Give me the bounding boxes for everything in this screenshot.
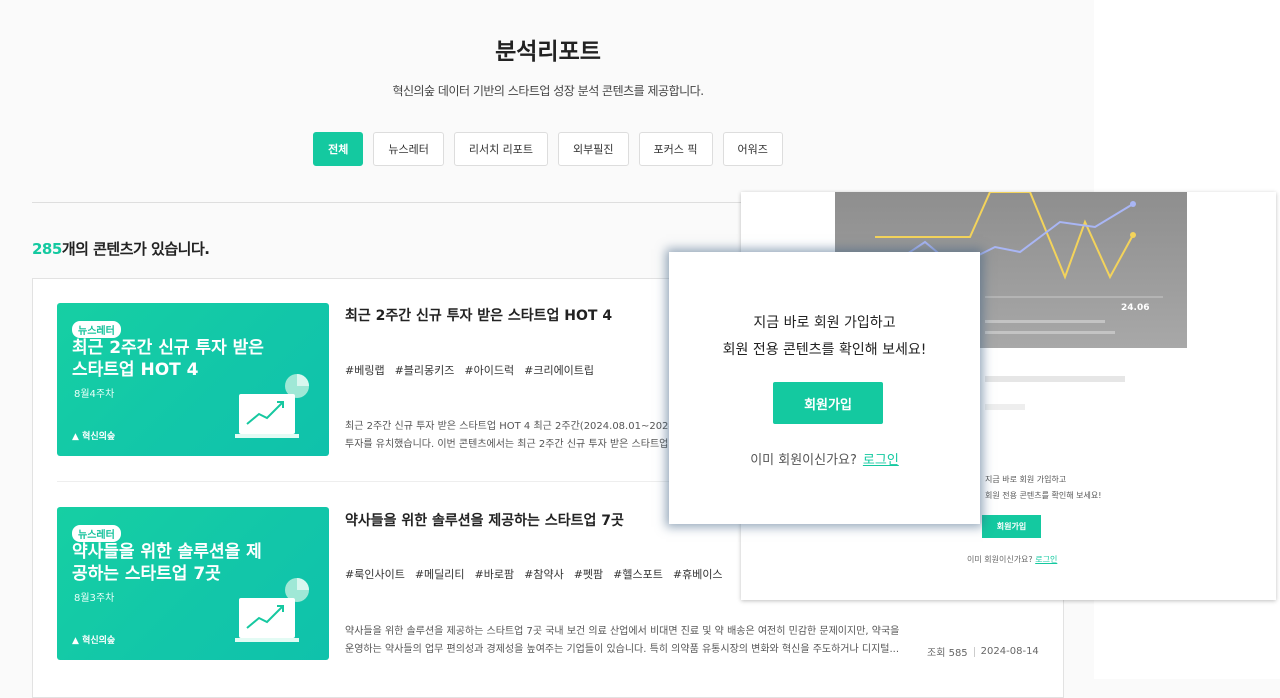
tag[interactable]: #크리에이트립 [524,362,594,378]
card-logo-text: 혁신의숲 [82,636,116,646]
chart-note [985,320,1105,323]
desc-line: 운영하는 약사들의 업무 편의성과 경제성을 높여주는 기업들이 있습니다. 특… [345,644,900,655]
tab-research-report[interactable]: 리서치 리포트 [453,132,549,166]
faded-text [985,376,1125,382]
card-logo-text: 혁신의숲 [82,432,116,442]
tag[interactable]: #바로팜 [475,566,515,582]
logo-icon: ▲ [72,636,79,646]
card-logo: ▲ 혁신의숲 [72,633,115,646]
item-tags: #룩인사이트 #메딜리티 #바로팜 #참약사 #펫팜 #헬스포트 #휴베이스 [345,566,723,582]
login-question: 이미 회원이신가요? [750,453,857,468]
thumbnail-card[interactable]: 뉴스레터 최근 2주간 신규 투자 받은 스타트업 HOT 4 8월4주차 ▲ … [57,303,329,456]
bg-login-prompt: 이미 회원이신가요? 로그인 [967,554,1057,565]
logo-icon: ▲ [72,432,79,442]
tab-external-writers[interactable]: 외부필진 [558,132,629,166]
bg-cta-line2: 회원 전용 콘텐츠를 확인해 보세요! [985,491,1102,500]
item-description: 약사들을 위한 솔루션을 제공하는 스타트업 7곳 국내 보건 의료 산업에서 … [345,623,905,659]
card-week: 8월3주차 [74,593,115,604]
item-meta: 조회 585 2024-08-14 [927,644,1039,659]
login-link[interactable]: 로그인 [863,453,899,468]
login-prompt: 이미 회원이신가요? 로그인 [669,449,980,468]
item-title[interactable]: 약사들을 위한 솔루션을 제공하는 스타트업 7곳 [345,510,624,530]
card-badge: 뉴스레터 [72,321,121,338]
tag[interactable]: #참약사 [524,566,564,582]
item-tags: #베링랩 #블리몽키즈 #아이드럭 #크리에이트립 [345,362,594,378]
bg-login-link: 로그인 [1035,555,1058,564]
page-title: 분석리포트 [495,39,601,65]
content-count: 285개의 콘텐츠가 있습니다. [32,238,210,259]
tab-newsletter[interactable]: 뉴스레터 [373,132,444,166]
category-tabs: 전체 뉴스레터 리서치 리포트 외부필진 포커스 픽 어워즈 [0,132,1096,166]
chart-axis-label: 24.06 [1121,303,1150,313]
tag[interactable]: #헬스포트 [613,566,663,582]
tag[interactable]: #룩인사이트 [345,566,405,582]
tag[interactable]: #휴베이스 [673,566,723,582]
card-badge: 뉴스레터 [72,525,121,542]
meta-divider [973,646,975,657]
bg-join-button: 회원가입 [982,515,1041,538]
popup-message-line1: 지금 바로 회원 가입하고 [753,315,896,331]
tag[interactable]: #블리몽키즈 [395,362,455,378]
item-title[interactable]: 최근 2주간 신규 투자 받은 스타트업 HOT 4 [345,305,612,325]
tag[interactable]: #메딜리티 [415,566,465,582]
tab-awards[interactable]: 어워즈 [722,132,783,166]
card-week: 8월4주차 [74,389,115,400]
bg-cta-line1: 지금 바로 회원 가입하고 [985,475,1067,484]
growth-chart-icon [235,578,309,642]
tag[interactable]: #베링랩 [345,362,385,378]
publish-date: 2024-08-14 [980,646,1039,657]
page-subtitle: 혁신의숲 데이터 기반의 스타트업 성장 분석 콘텐츠를 제공합니다. [392,84,704,98]
desc-line: 약사들을 위한 솔루션을 제공하는 스타트업 7곳 국내 보건 의료 산업에서 … [345,626,900,637]
signup-popup: 지금 바로 회원 가입하고 회원 전용 콘텐츠를 확인해 보세요! 회원가입 이… [669,252,980,524]
popup-message-line2: 회원 전용 콘텐츠를 확인해 보세요! [722,342,927,358]
faded-text [985,404,1025,410]
tag[interactable]: #펫팜 [574,566,603,582]
tag[interactable]: #아이드럭 [464,362,514,378]
thumbnail-card[interactable]: 뉴스레터 약사들을 위한 솔루션을 제공하는 스타트업 7곳 8월3주차 ▲ 혁… [57,507,329,660]
count-number: 285 [32,240,62,258]
count-suffix: 개의 콘텐츠가 있습니다. [61,240,210,258]
chart-note [985,331,1115,334]
card-logo: ▲ 혁신의숲 [72,429,115,442]
view-count: 조회 585 [927,648,968,659]
bg-login-question: 이미 회원이신가요? [967,555,1033,564]
tab-focus-pick[interactable]: 포커스 픽 [638,132,713,166]
tab-all[interactable]: 전체 [313,132,364,166]
signup-button[interactable]: 회원가입 [773,382,883,424]
growth-chart-icon [235,374,309,438]
